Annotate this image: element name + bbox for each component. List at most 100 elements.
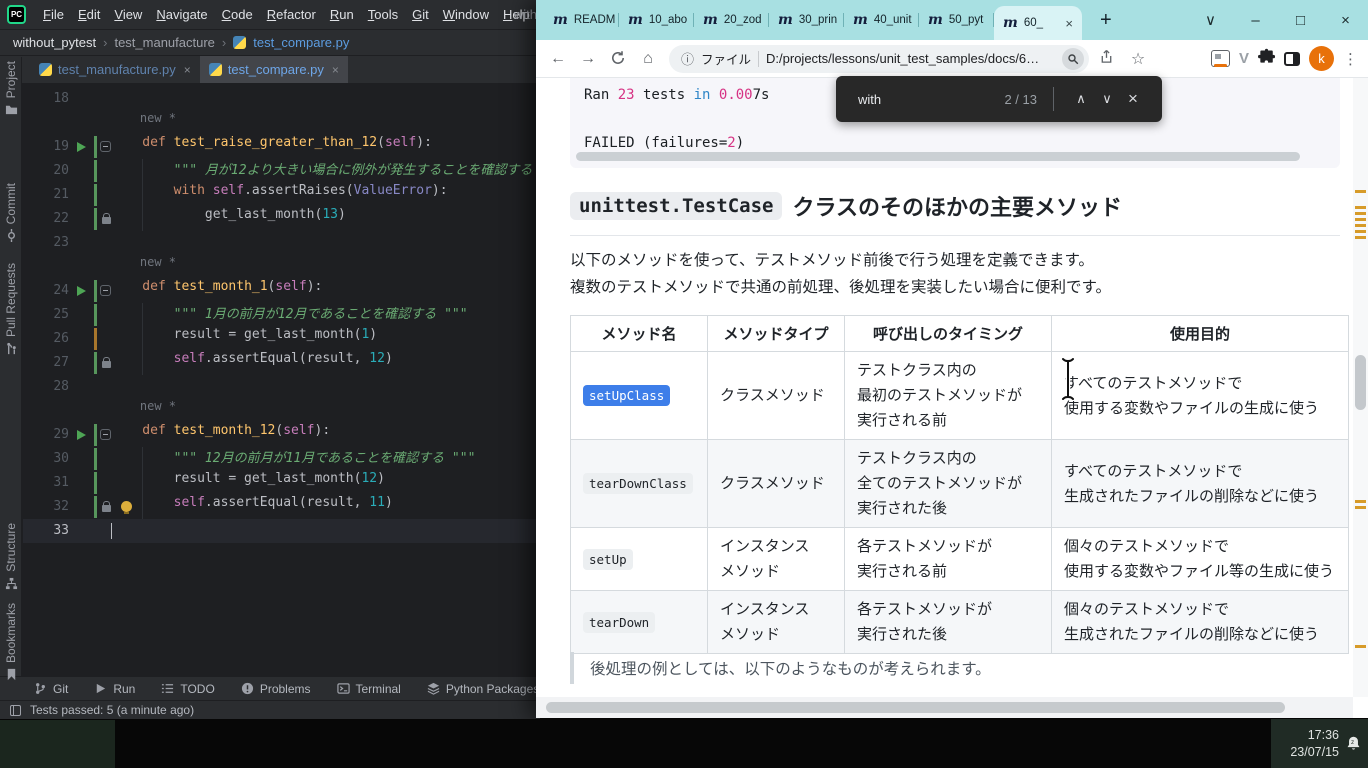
toolwindow-git[interactable]: Git <box>34 682 68 696</box>
layout-widget-icon[interactable] <box>10 705 21 716</box>
stripe-item-project[interactable]: Project <box>0 61 22 116</box>
menu-edit[interactable]: Edit <box>71 5 107 24</box>
extensions-puzzle-icon[interactable] <box>1258 48 1275 70</box>
browser-tab[interactable]: m20_zod <box>694 0 769 40</box>
code-line[interactable]: 30 """ 12月の前月が11月であることを確認する """ <box>23 447 540 471</box>
code-line[interactable]: new * <box>23 255 540 279</box>
code-line[interactable]: 20 """ 月が12より大きい場合に例外が発生することを確認する """ <box>23 159 540 183</box>
menu-code[interactable]: Code <box>215 5 260 24</box>
url-text[interactable]: D:/projects/lessons/unit_test_samples/do… <box>766 51 1055 66</box>
code-line[interactable]: 29 def test_month_12(self): <box>23 423 540 447</box>
code-line[interactable]: 23 <box>23 231 540 255</box>
stripe-item-structure[interactable]: Structure <box>0 523 22 590</box>
code-line[interactable]: new * <box>23 111 540 135</box>
home-button[interactable]: ⌂ <box>634 50 662 68</box>
toolwindow-todo[interactable]: TODO <box>161 682 214 696</box>
code-line[interactable]: new * <box>23 399 540 423</box>
scrollbar-thumb[interactable] <box>546 702 1285 713</box>
menu-tools[interactable]: Tools <box>361 5 405 24</box>
close-tab-icon[interactable]: × <box>332 63 339 77</box>
method-code-chip[interactable]: setUp <box>583 549 633 570</box>
code-line[interactable]: 19 def test_raise_greater_than_12(self): <box>23 135 540 159</box>
method-code-chip[interactable]: tearDownClass <box>583 473 693 494</box>
side-panel-icon[interactable] <box>1284 52 1300 66</box>
stripe-item-commit[interactable]: Commit <box>0 183 22 242</box>
table-cell-timing: 各テストメソッドが実行された後 <box>845 591 1052 654</box>
code-line[interactable]: 32 self.assertEqual(result, 11) <box>23 495 540 519</box>
toolwindow-terminal[interactable]: Terminal <box>337 682 401 696</box>
close-tab-icon[interactable]: × <box>1065 16 1073 31</box>
close-window-icon[interactable]: × <box>1323 0 1368 40</box>
reload-button[interactable] <box>604 50 632 68</box>
fold-icon[interactable] <box>100 141 111 152</box>
toolwindow-run[interactable]: Run <box>94 682 135 696</box>
breadcrumb-item[interactable]: test_compare.py <box>253 35 349 50</box>
close-tab-icon[interactable]: × <box>184 63 191 77</box>
code-line[interactable]: 27 self.assertEqual(result, 12) <box>23 351 540 375</box>
find-next-button[interactable]: ∨ <box>1094 91 1120 107</box>
run-test-icon[interactable] <box>77 286 86 296</box>
address-bar[interactable]: ⓘ ファイル D:/projects/lessons/unit_test_sam… <box>669 45 1089 73</box>
breadcrumb-item[interactable]: without_pytest <box>13 35 96 50</box>
scrollbar-thumb[interactable] <box>1355 355 1366 410</box>
editor-tab[interactable]: test_compare.py× <box>200 56 348 83</box>
browser-menu-icon[interactable]: ⋮ <box>1343 50 1358 68</box>
code-line[interactable]: 22 get_last_month(13) <box>23 207 540 231</box>
share-icon[interactable] <box>1091 49 1121 69</box>
code-line[interactable]: 18 <box>23 87 540 111</box>
page-info-icon[interactable]: ⓘ <box>681 49 694 68</box>
code-line[interactable]: 33 <box>23 519 540 543</box>
run-test-icon[interactable] <box>77 142 86 152</box>
new-tab-button[interactable]: + <box>1100 9 1112 32</box>
browser-tab[interactable]: m10_abo <box>619 0 694 40</box>
browser-tab[interactable]: m40_unit <box>844 0 919 40</box>
stripe-item-bookmarks[interactable]: Bookmarks <box>0 603 22 681</box>
notifications-silenced-icon[interactable]: z <box>1345 735 1362 752</box>
find-query-input[interactable]: with <box>858 92 881 107</box>
menu-window[interactable]: Window <box>436 5 496 24</box>
method-code-chip[interactable]: tearDown <box>583 612 655 633</box>
menu-run[interactable]: Run <box>323 5 361 24</box>
vertical-scrollbar[interactable] <box>1353 78 1368 697</box>
code-block-hscroll-thumb[interactable] <box>576 152 1300 161</box>
fold-icon[interactable] <box>100 429 111 440</box>
tab-search-icon[interactable]: ∨ <box>1188 0 1233 40</box>
bookmark-star-icon[interactable]: ☆ <box>1123 49 1153 69</box>
menu-view[interactable]: View <box>107 5 149 24</box>
breadcrumb-item[interactable]: test_manufacture <box>114 35 214 50</box>
maximize-icon[interactable]: □ <box>1278 0 1323 40</box>
browser-tab[interactable]: mREADM <box>544 0 619 40</box>
menu-file[interactable]: File <box>36 5 71 24</box>
code-line[interactable]: 28 <box>23 375 540 399</box>
browser-tab[interactable]: m50_pyt <box>919 0 994 40</box>
browser-tab[interactable]: m30_prin <box>769 0 844 40</box>
menu-navigate[interactable]: Navigate <box>149 5 214 24</box>
extension-icon[interactable] <box>1211 50 1230 67</box>
code-line[interactable]: 21 with self.assertRaises(ValueError): <box>23 183 540 207</box>
menu-refactor[interactable]: Refactor <box>260 5 323 24</box>
forward-button[interactable]: → <box>574 50 602 68</box>
code-line[interactable]: 24 def test_month_1(self): <box>23 279 540 303</box>
run-test-icon[interactable] <box>77 430 86 440</box>
fold-icon[interactable] <box>100 285 111 296</box>
vue-devtools-icon[interactable]: V <box>1239 50 1249 67</box>
in-page-search-icon[interactable] <box>1062 48 1084 70</box>
stripe-item-pull-requests[interactable]: Pull Requests <box>0 263 22 355</box>
minimize-icon[interactable]: – <box>1233 0 1278 40</box>
horizontal-scrollbar[interactable] <box>536 697 1353 718</box>
back-button[interactable]: ← <box>544 50 572 68</box>
toolwindow-python-packages[interactable]: Python Packages <box>427 682 539 696</box>
find-previous-button[interactable]: ∧ <box>1068 91 1094 107</box>
find-close-icon[interactable]: × <box>1120 89 1146 109</box>
code-line[interactable]: 26 result = get_last_month(1) <box>23 327 540 351</box>
toolwindow-problems[interactable]: Problems <box>241 682 311 696</box>
taskbar-clock[interactable]: 17:36 23/07/15 z <box>1271 719 1368 768</box>
profile-avatar[interactable]: k <box>1309 46 1334 71</box>
menu-git[interactable]: Git <box>405 5 436 24</box>
code-editor[interactable]: 18 new *19 def test_raise_greater_than_1… <box>23 85 540 675</box>
code-line[interactable]: 25 """ 1月の前月が12月であることを確認する """ <box>23 303 540 327</box>
method-code-chip-selected[interactable]: setUpClass <box>583 385 670 406</box>
browser-tab[interactable]: m60_× <box>994 6 1082 40</box>
editor-tab[interactable]: test_manufacture.py× <box>30 56 200 83</box>
code-line[interactable]: 31 result = get_last_month(12) <box>23 471 540 495</box>
